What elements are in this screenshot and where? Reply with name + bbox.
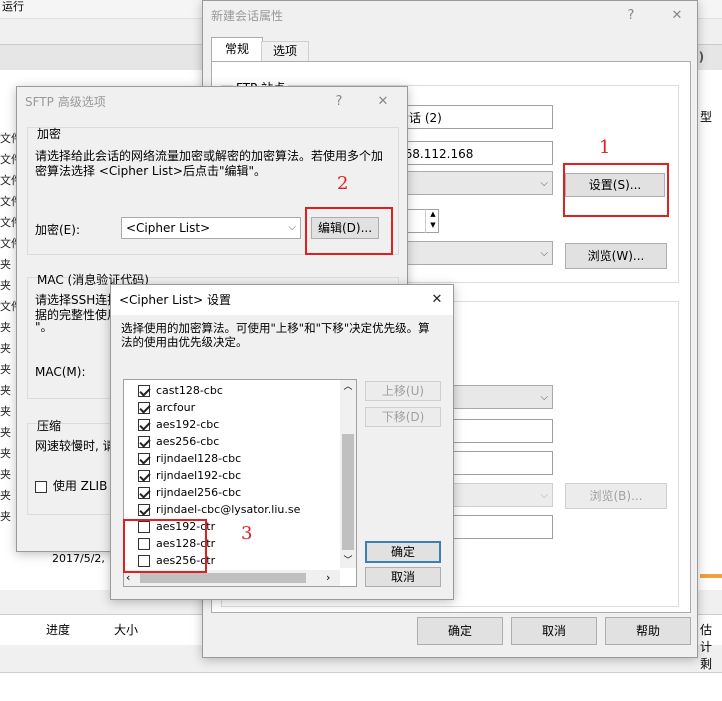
transfer-list xyxy=(0,672,722,701)
cipher-checkbox[interactable] xyxy=(138,470,150,482)
chevron-down-icon: ⌵ xyxy=(540,178,548,189)
spin-up-icon: ▲ xyxy=(430,210,436,218)
ok-button[interactable]: 确定 xyxy=(365,541,441,563)
annotation-number-3: 3 xyxy=(241,523,253,544)
cipher-description: 选择使用的加密算法。可使用"上移"和"下移"决定优先级。算法的使用由优先级决定。 xyxy=(121,321,430,349)
cipher-name: cast128-cbc xyxy=(156,384,223,397)
protocol-select[interactable]: ⌵ xyxy=(391,171,553,195)
cipher-name: rijndael192-cbc xyxy=(156,469,242,482)
tab-options[interactable]: 选项 xyxy=(261,41,309,62)
col-eta[interactable]: 估计剩 xyxy=(700,621,722,672)
chevron-down-icon: ⌵ xyxy=(540,392,548,403)
encryption-select[interactable]: <Cipher List> ⌵ xyxy=(121,217,301,239)
cipher-item[interactable]: rijndael192-cbc xyxy=(138,467,241,484)
close-icon[interactable]: ✕ xyxy=(423,285,451,315)
help-icon[interactable]: ? xyxy=(617,1,645,31)
date-cell: 2017/5/2, xyxy=(52,552,105,565)
cipher-name: arcfour xyxy=(156,401,196,414)
scroll-down-icon[interactable]: ﹀ xyxy=(340,554,356,568)
col-progress[interactable]: 进度 xyxy=(46,621,70,638)
cipher-name: rijndael128-cbc xyxy=(156,452,242,465)
chevron-down-icon: ⌵ xyxy=(540,248,548,259)
encryption-title: 加密 xyxy=(37,127,62,141)
ok-button[interactable]: 确定 xyxy=(417,617,503,645)
host-input[interactable]: 168.112.168 xyxy=(391,141,553,165)
cipher-item[interactable]: rijndael128-cbc xyxy=(138,450,241,467)
cipher-item[interactable]: arcfour xyxy=(138,399,195,416)
help-button[interactable]: 帮助 xyxy=(605,617,691,645)
dialog-title: <Cipher List> 设置 xyxy=(111,285,453,315)
chevron-down-icon: ⌵ xyxy=(288,222,296,233)
cipher-checkbox[interactable] xyxy=(138,504,150,516)
annotation-number-2: 2 xyxy=(337,173,349,194)
tab-general[interactable]: 常规 xyxy=(211,37,263,62)
close-icon[interactable]: ✕ xyxy=(663,1,691,31)
scroll-up-icon[interactable]: ︿ xyxy=(340,380,356,394)
cipher-checkbox[interactable] xyxy=(138,402,150,414)
scroll-thumb[interactable] xyxy=(342,434,354,550)
session-name-input[interactable]: 会话 (2) xyxy=(391,105,553,129)
encryption-label: 加密(E): xyxy=(35,223,80,237)
column-type-label: 型 xyxy=(700,110,713,124)
annotation-box-1 xyxy=(563,163,669,217)
cipher-checkbox[interactable] xyxy=(138,487,150,499)
toolbar-label[interactable]: 运行 xyxy=(2,0,24,14)
mac-description-1: 请选择SSH连接 xyxy=(35,293,120,307)
cipher-checkbox[interactable] xyxy=(138,385,150,397)
browse-key-button[interactable]: 浏览(B)... xyxy=(565,483,667,509)
cipher-checkbox[interactable] xyxy=(138,453,150,465)
cipher-checkbox[interactable] xyxy=(138,436,150,448)
cipher-name: rijndael256-cbc xyxy=(156,486,242,499)
compression-title: 压缩 xyxy=(37,419,62,433)
zlib-checkbox[interactable] xyxy=(35,480,47,493)
cipher-item[interactable]: aes256-cbc xyxy=(138,433,219,450)
col-size[interactable]: 大小 xyxy=(114,621,138,638)
cipher-item[interactable]: cast128-cbc xyxy=(138,382,223,399)
browse-button[interactable]: 浏览(W)... xyxy=(565,243,667,269)
help-icon[interactable]: ? xyxy=(325,87,353,117)
cancel-button[interactable]: 取消 xyxy=(365,567,441,587)
cipher-checkbox[interactable] xyxy=(138,419,150,431)
spin-down-icon: ▼ xyxy=(430,221,436,229)
cipher-name: aes256-cbc xyxy=(156,435,220,448)
cipher-item[interactable]: aes192-cbc xyxy=(138,416,219,433)
cipher-name: rijndael-cbc@lysator.liu.se xyxy=(156,503,301,516)
chevron-down-icon: ⌵ xyxy=(540,490,548,501)
cipher-item[interactable]: rijndael256-cbc xyxy=(138,484,241,501)
annotation-box-3 xyxy=(123,519,207,573)
vertical-scrollbar[interactable]: ︿ ﹀ xyxy=(340,380,356,568)
compression-description: 网速较慢时, 请 xyxy=(35,439,115,453)
login-type-select[interactable]: ⌵ xyxy=(391,241,553,265)
encryption-value: <Cipher List> xyxy=(126,221,211,235)
move-down-button[interactable]: 下移(D) xyxy=(365,407,441,427)
annotation-number-1: 1 xyxy=(599,137,611,158)
scroll-right-icon[interactable]: › xyxy=(326,570,330,586)
progress-accent xyxy=(700,574,722,578)
annotation-box-2 xyxy=(305,207,393,255)
cipher-item[interactable]: rijndael-cbc@lysator.liu.se xyxy=(138,501,300,518)
encryption-description: 请选择给此会话的网络流量加密或解密的加密算法。若使用多个加密算法选择 <Ciph… xyxy=(35,149,384,178)
port-spinner[interactable]: ▲ ▼ xyxy=(425,209,440,233)
cancel-button[interactable]: 取消 xyxy=(511,617,597,645)
mac-description-3: "。 xyxy=(35,320,53,334)
scroll-h-thumb[interactable] xyxy=(140,573,306,583)
cipher-list-dialog: <Cipher List> 设置 ✕ 选择使用的加密算法。可使用"上移"和"下移… xyxy=(110,284,454,600)
close-icon[interactable]: ✕ xyxy=(369,87,397,117)
cipher-name: aes192-cbc xyxy=(156,418,220,431)
move-up-button[interactable]: 上移(U) xyxy=(365,381,441,401)
mac-label: MAC(M): xyxy=(35,365,86,379)
